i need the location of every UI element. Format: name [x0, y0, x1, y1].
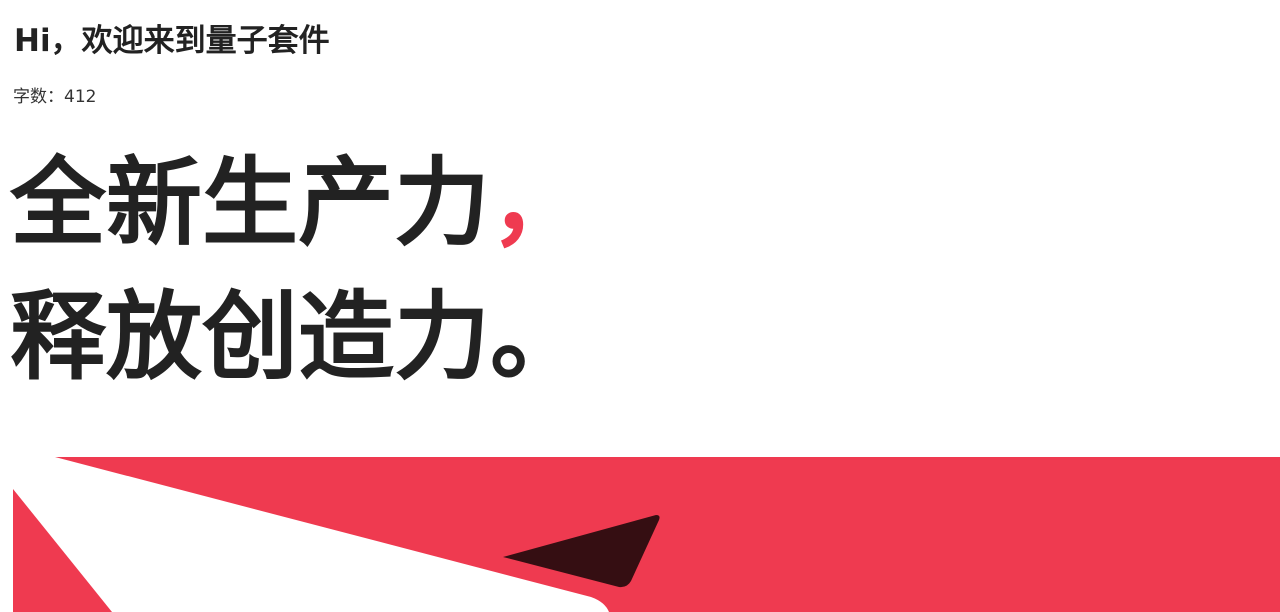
- headline-comma: ，: [490, 147, 586, 259]
- headline-line-2-text: 释放创造力: [10, 281, 490, 393]
- headline-line-1: 全新生产力，: [10, 148, 586, 258]
- greeting-title: Hi，欢迎来到量子套件: [14, 23, 330, 59]
- page: Hi，欢迎来到量子套件 字数：412 全新生产力， 释放创造力。: [0, 0, 1280, 612]
- headline-period: 。: [490, 281, 586, 393]
- headline-line-1-text: 全新生产力: [10, 147, 490, 259]
- hero-banner: [13, 457, 1280, 612]
- headline-line-2: 释放创造力。: [10, 282, 586, 392]
- banner-graphic: [13, 457, 1280, 612]
- word-count: 字数：412: [13, 87, 97, 107]
